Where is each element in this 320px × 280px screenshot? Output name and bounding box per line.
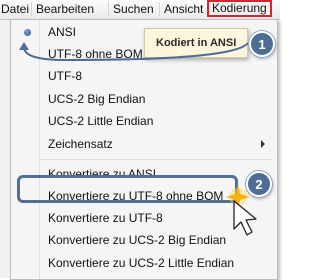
- step-number: 2: [255, 177, 263, 192]
- arrowhead-icon: [19, 42, 29, 50]
- step-number: 1: [258, 37, 266, 52]
- curved-arrow-icon: [23, 42, 249, 62]
- mouse-cursor-icon: [233, 200, 257, 236]
- step-1-badge: 1: [249, 31, 275, 57]
- step-2-badge: 2: [246, 171, 272, 197]
- annotation-overlay: [19, 42, 257, 236]
